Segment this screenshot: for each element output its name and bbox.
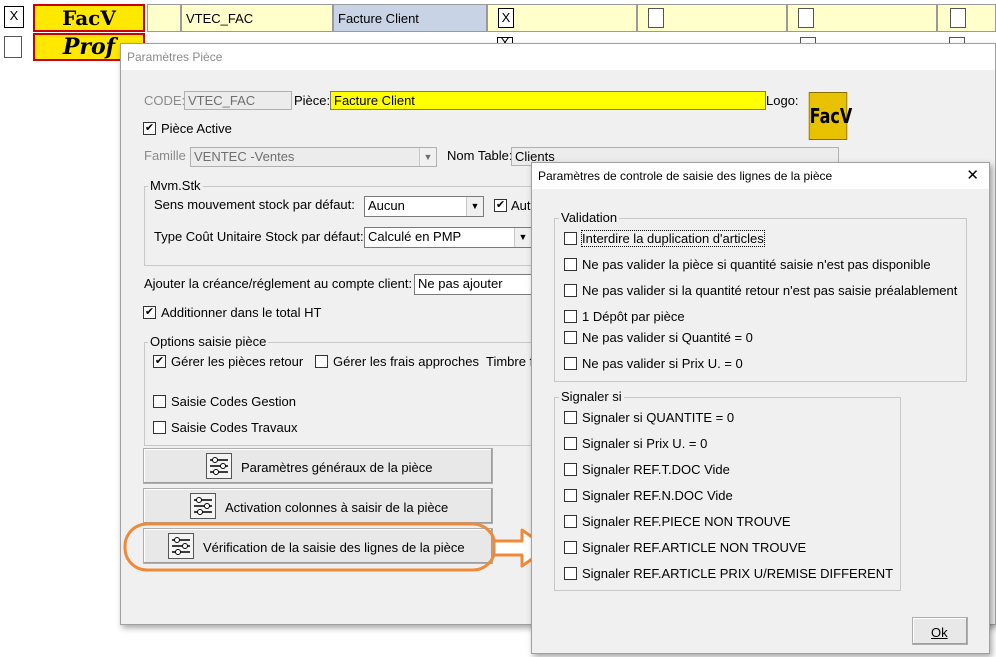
columns-activation-label: Activation colonnes à saisir de la pièce (225, 500, 449, 515)
option-checkbox[interactable] (564, 567, 577, 580)
grid-cell[interactable] (937, 4, 996, 32)
sliders-icon (206, 453, 232, 479)
cout-select[interactable]: Calculé en PMP ▼ (364, 227, 532, 248)
option-checkbox[interactable] (564, 232, 577, 245)
signaler-group-label: Signaler si (559, 389, 624, 404)
chevron-down-icon[interactable]: ▼ (466, 197, 483, 216)
piece-field[interactable]: Facture Client (330, 91, 766, 110)
columns-activation-button[interactable]: Activation colonnes à saisir de la pièce (143, 488, 493, 524)
total-label: Additionner dans le total HT (161, 305, 322, 320)
total-checkbox[interactable]: ✔ (143, 306, 156, 319)
grid-cell[interactable] (787, 4, 937, 32)
option-checkbox[interactable] (564, 284, 577, 297)
frais-label: Gérer les frais approches (333, 354, 479, 369)
mvm-group-label: Mvm.Stk (148, 178, 203, 193)
cout-value: Calculé en PMP (368, 229, 462, 244)
option-checkbox[interactable] (564, 437, 577, 450)
chevron-down-icon[interactable]: ▼ (419, 148, 436, 166)
retour-label: Gérer les pièces retour (171, 354, 304, 369)
sens-select[interactable]: Aucun ▼ (364, 196, 484, 217)
row1-logo: FacV (33, 4, 145, 32)
row1-code: VTEC_FAC (186, 11, 254, 26)
famille-label: Famille (144, 148, 186, 163)
creance-select[interactable]: Ne pas ajouter (414, 274, 544, 295)
option-label: Signaler REF.PIECE NON TROUVE (582, 514, 791, 529)
option-label: Signaler si QUANTITE = 0 (582, 410, 735, 425)
sliders-icon (190, 493, 216, 519)
famille-value: VENTEC -Ventes (194, 149, 295, 164)
famille-select[interactable]: VENTEC -Ventes ▼ (190, 147, 437, 167)
grid-cell[interactable]: VTEC_FAC (181, 4, 333, 32)
row1-check3[interactable] (648, 8, 664, 28)
option-checkbox[interactable] (564, 411, 577, 424)
option-label: Signaler REF.T.DOC Vide (582, 462, 730, 477)
chevron-down-icon[interactable]: ▼ (514, 228, 531, 247)
row1-name: Facture Client (338, 11, 419, 26)
option-label: Ne pas valider si la quantité retour n'e… (582, 283, 958, 298)
option-checkbox[interactable] (564, 541, 577, 554)
verification-label: Vérification de la saisie des lignes de … (203, 540, 465, 555)
active-label: Pièce Active (161, 121, 232, 136)
ok-button[interactable]: Ok (912, 617, 968, 645)
option-label: Ne pas valider si Quantité = 0 (582, 330, 753, 345)
cout-label: Type Coût Unitaire Stock par défaut: (154, 229, 364, 244)
option-checkbox[interactable] (564, 357, 577, 370)
verification-button[interactable]: Vérification de la saisie des lignes de … (143, 528, 493, 564)
code-field[interactable]: VTEC_FAC (184, 91, 292, 110)
sens-label: Sens mouvement stock par défaut: (154, 197, 355, 212)
travaux-label: Saisie Codes Travaux (171, 420, 298, 435)
row2-checkbox[interactable] (4, 36, 22, 58)
option-checkbox[interactable] (564, 489, 577, 502)
option-label: Signaler REF.ARTICLE NON TROUVE (582, 540, 807, 555)
logo-label: Logo: (766, 93, 799, 108)
piece-label: Pièce: (294, 93, 331, 108)
option-label: Interdire la duplication d'articles (581, 230, 765, 247)
retour-checkbox[interactable]: ✔ (153, 355, 166, 368)
window-title: Paramètres Pièce (127, 50, 223, 64)
gestion-label: Saisie Codes Gestion (171, 394, 297, 409)
option-checkbox[interactable] (564, 258, 577, 271)
ok-label: Ok (931, 625, 948, 640)
row1-check2[interactable]: X (498, 8, 514, 28)
option-label: Signaler si Prix U. = 0 (582, 436, 708, 451)
row1-check5[interactable] (950, 8, 966, 28)
grid-cell[interactable]: Facture Client (333, 4, 487, 32)
sliders-icon (168, 533, 194, 559)
general-params-button[interactable]: Paramètres généraux de la pièce (143, 448, 493, 484)
option-checkbox[interactable] (564, 515, 577, 528)
active-checkbox[interactable]: ✔ (143, 122, 156, 135)
option-checkbox[interactable] (564, 463, 577, 476)
timbre-label: Timbre f (486, 354, 534, 369)
row1-checkbox[interactable]: X (4, 6, 24, 28)
grid-cell[interactable]: X (487, 4, 637, 32)
option-label: Signaler REF.ARTICLE PRIX U/REMISE DIFFE… (582, 566, 894, 581)
logo-image[interactable]: FacV (808, 92, 852, 140)
creance-label: Ajouter la créance/réglement au compte c… (144, 276, 413, 291)
grid-cell[interactable] (147, 4, 181, 32)
dialog-titlebar: Paramètres de controle de saisie des lig… (532, 163, 989, 189)
general-params-label: Paramètres généraux de la pièce (241, 460, 433, 475)
auto-checkbox[interactable]: ✔ (494, 199, 507, 212)
close-icon[interactable]: ✕ (966, 166, 979, 184)
dialog-title: Paramètres de controle de saisie des lig… (538, 169, 833, 183)
grid-cell[interactable] (637, 4, 787, 32)
sens-value: Aucun (368, 198, 405, 213)
nomtable-label: Nom Table: (447, 148, 513, 163)
travaux-checkbox[interactable] (153, 421, 166, 434)
option-label: Ne pas valider la pièce si quantité sais… (582, 257, 931, 272)
frais-checkbox[interactable] (315, 355, 328, 368)
option-label: 1 Dépôt par pièce (582, 309, 685, 324)
option-label: Signaler REF.N.DOC Vide (582, 488, 733, 503)
options-group-label: Options saisie pièce (148, 334, 269, 349)
row1-check4[interactable] (798, 8, 814, 28)
validation-group-label: Validation (559, 210, 620, 225)
code-label: CODE: (144, 93, 186, 108)
window-titlebar: Paramètres Pièce (121, 44, 995, 70)
option-checkbox[interactable] (564, 310, 577, 323)
control-dialog: Paramètres de controle de saisie des lig… (531, 162, 990, 654)
gestion-checkbox[interactable] (153, 395, 166, 408)
option-checkbox[interactable] (564, 331, 577, 344)
option-label: Ne pas valider si Prix U. = 0 (582, 356, 743, 371)
